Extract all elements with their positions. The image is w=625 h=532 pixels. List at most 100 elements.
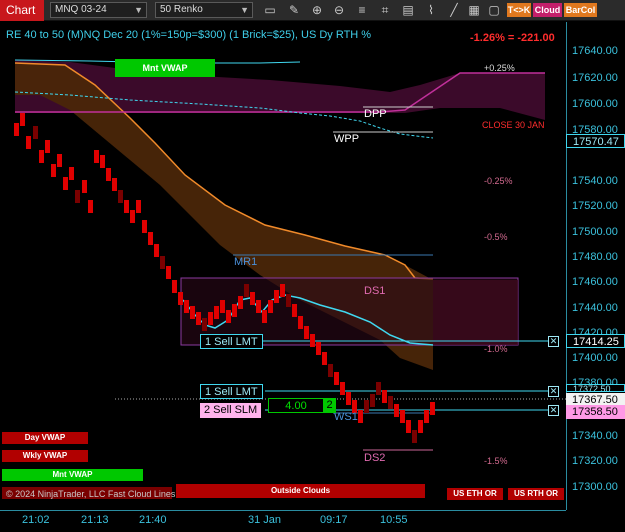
renko-brick: [412, 430, 417, 443]
cancel-order-3-icon[interactable]: ✕: [548, 405, 559, 416]
outside-clouds-label: Outside Clouds: [176, 484, 425, 498]
toggle-barcol-button[interactable]: BarCol: [564, 3, 597, 17]
time-tick: 31 Jan: [248, 514, 282, 526]
renko-brick: [382, 390, 387, 403]
pct-label: -1.0%: [484, 344, 508, 354]
renko-brick: [340, 382, 345, 395]
toggle-cloud-button[interactable]: Cloud: [533, 3, 562, 17]
renko-brick: [82, 180, 87, 193]
renko-brick: [154, 244, 159, 257]
pct-label: +0.25%: [484, 63, 515, 73]
renko-brick: [322, 352, 327, 365]
dpp-label: DPP: [364, 108, 387, 120]
mr1-label: MR1: [234, 256, 258, 268]
price-tick: 17640.00: [572, 45, 618, 57]
renko-brick: [274, 290, 279, 303]
renko-brick: [310, 334, 315, 347]
renko-brick: [178, 292, 183, 305]
window-title: Chart: [0, 0, 44, 21]
window-icon[interactable]: ▢: [486, 2, 502, 18]
chevron-down-icon: ▼: [240, 5, 249, 15]
renko-brick: [268, 300, 273, 313]
cancel-order-1-icon[interactable]: ✕: [548, 336, 559, 347]
pct-label: -1.5%: [484, 456, 508, 466]
renko-brick: [57, 154, 62, 167]
ds1-label: DS1: [364, 285, 386, 297]
close-prev-label: CLOSE 30 JAN: [482, 120, 545, 130]
renko-brick: [406, 420, 411, 433]
zoom-in-icon[interactable]: ⊕: [309, 2, 325, 18]
renko-brick: [166, 266, 171, 279]
grid-icon[interactable]: ▦: [466, 2, 482, 18]
time-tick: 21:40: [139, 514, 167, 526]
time-tick: 21:02: [22, 514, 50, 526]
cancel-order-2-icon[interactable]: ✕: [548, 386, 559, 397]
renko-brick: [33, 126, 38, 139]
chart-trader-icon[interactable]: ▤: [400, 2, 416, 18]
renko-brick: [14, 123, 19, 136]
renko-brick: [112, 178, 117, 191]
renko-brick: [190, 306, 195, 319]
renko-brick: [39, 150, 44, 163]
sell-limit-order-2[interactable]: 1 Sell LMT: [200, 384, 263, 399]
chart-toolbar: Chart MNQ 03-24 ▼ 50 Renko ▼ ▭ ✎ ⊕ ⊖ ≡ ⌗…: [0, 0, 625, 21]
renko-brick: [172, 280, 177, 293]
renko-brick: [364, 400, 369, 413]
renko-brick: [376, 382, 381, 395]
instrument-selector[interactable]: MNQ 03-24 ▼: [50, 2, 147, 18]
price-tag-stop: 17358.50: [566, 405, 625, 419]
renko-brick: [256, 300, 261, 313]
zoom-out-icon[interactable]: ⊖: [331, 2, 347, 18]
sell-limit-order-1[interactable]: 1 Sell LMT: [200, 334, 263, 349]
pct-label: -0.5%: [484, 232, 508, 242]
renko-brick: [148, 232, 153, 245]
properties-icon[interactable]: ≡: [354, 2, 370, 18]
price-tick: 17400.00: [572, 352, 618, 364]
renko-brick: [424, 410, 429, 423]
renko-brick: [394, 404, 399, 417]
interval-value: 50 Renko: [160, 4, 203, 15]
ds2-label: DS2: [364, 452, 386, 464]
ruler-icon[interactable]: ▭: [262, 2, 278, 18]
renko-brick: [286, 294, 291, 307]
renko-brick: [196, 312, 201, 325]
renko-brick: [75, 190, 80, 203]
renko-brick: [298, 316, 303, 329]
renko-brick: [226, 310, 231, 323]
renko-brick: [358, 410, 363, 423]
tpo-icon[interactable]: ⌇: [423, 2, 439, 18]
renko-brick: [130, 210, 135, 223]
renko-brick: [328, 364, 333, 377]
copyright-text: © 2024 NinjaTrader, LLC Fast Cloud Lines: [6, 489, 176, 499]
renko-brick: [208, 312, 213, 325]
renko-brick: [244, 284, 249, 297]
price-tick: 17500.00: [572, 226, 618, 238]
price-tick: 17480.00: [572, 251, 618, 263]
price-tick: 17460.00: [572, 276, 618, 288]
strategy-icon[interactable]: ⌗: [377, 2, 393, 18]
position-quantity[interactable]: 4.00: [268, 398, 324, 413]
renko-brick: [69, 167, 74, 180]
us-rth-or-label: US RTH OR: [508, 488, 564, 500]
price-tick: 17600.00: [572, 98, 618, 110]
price-tag-order-2: 17372.50: [566, 384, 625, 392]
toggle-tk-button[interactable]: T<>K: [507, 3, 531, 17]
chart-window: Chart MNQ 03-24 ▼ 50 Renko ▼ ▭ ✎ ⊕ ⊖ ≡ ⌗…: [0, 0, 625, 532]
chevron-down-icon: ▼: [134, 5, 143, 15]
renko-brick: [88, 200, 93, 213]
renko-brick: [334, 372, 339, 385]
renko-brick: [202, 318, 207, 331]
renko-brick: [160, 256, 165, 269]
position-count[interactable]: 2: [323, 398, 336, 413]
renko-brick: [250, 292, 255, 305]
renko-brick: [370, 394, 375, 407]
pencil-icon[interactable]: ✎: [286, 2, 302, 18]
sell-stop-market-order[interactable]: 2 Sell SLM: [200, 403, 262, 418]
pnl-text: -1.26% = -221.00: [470, 32, 555, 44]
chart-header-text: RE 40 to 50 (M)NQ Dec 20 (1%=150p=$300) …: [6, 29, 372, 41]
renko-brick: [63, 177, 68, 190]
renko-brick: [238, 296, 243, 309]
interval-selector[interactable]: 50 Renko ▼: [155, 2, 253, 18]
price-tick: 17520.00: [572, 200, 618, 212]
line-tool-icon[interactable]: ╱: [446, 2, 462, 18]
